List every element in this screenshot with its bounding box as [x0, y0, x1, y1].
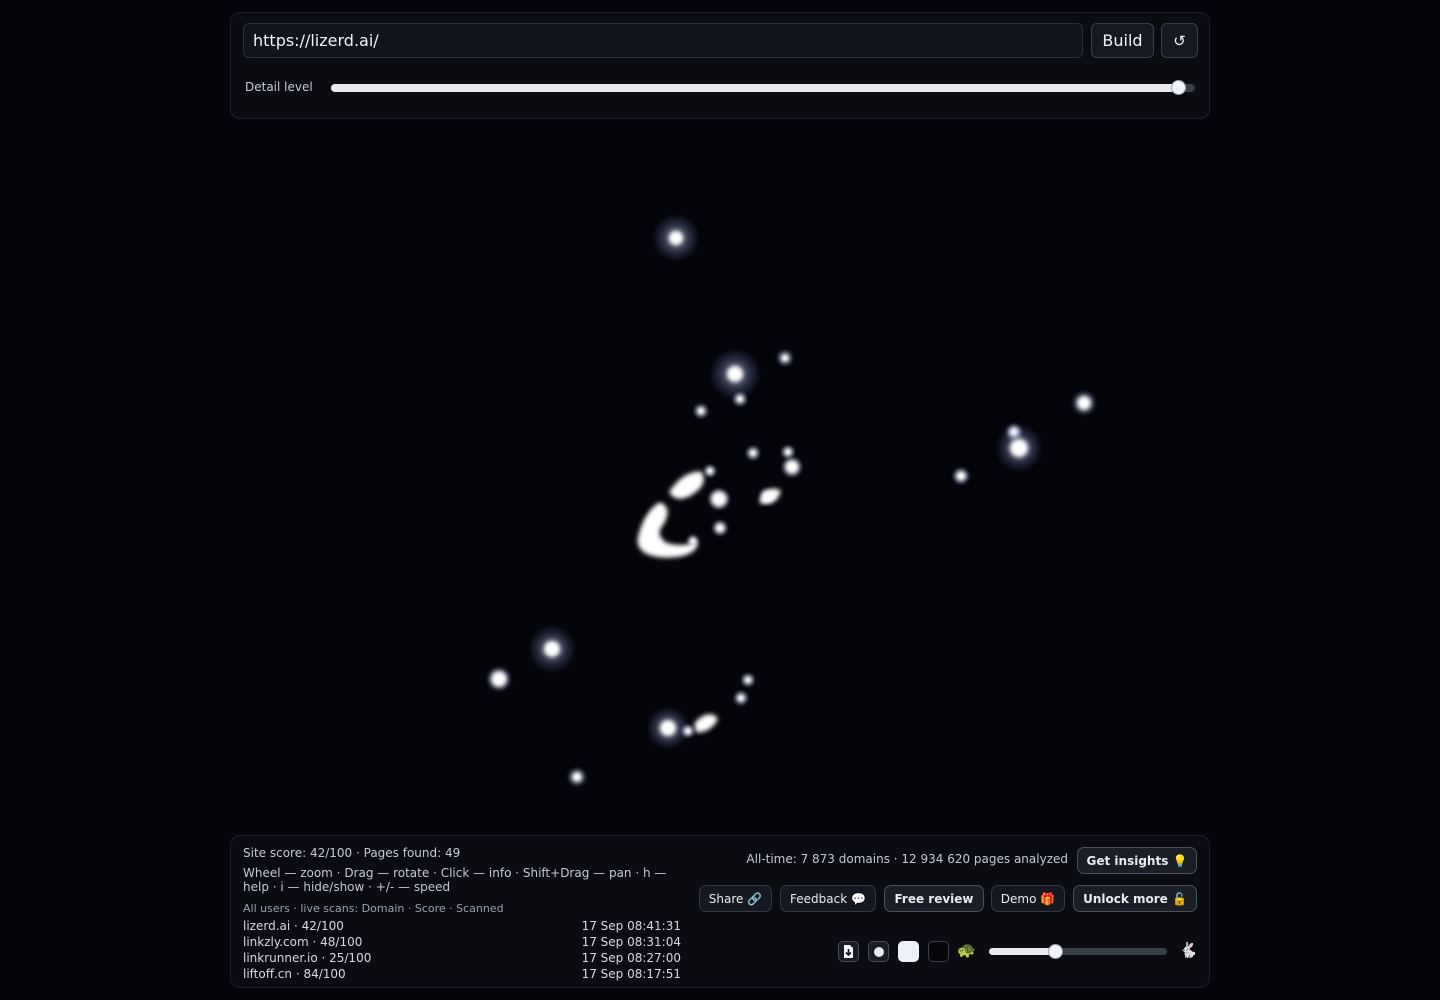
- page-node[interactable]: [1009, 427, 1019, 437]
- page-node[interactable]: [706, 467, 714, 475]
- node-glow: [1070, 389, 1098, 417]
- speed-thumb[interactable]: [1047, 944, 1063, 959]
- page-node[interactable]: [491, 671, 507, 687]
- node-glow: [1004, 422, 1024, 442]
- refresh-icon: ↺: [1173, 31, 1186, 50]
- page-node[interactable]: [1077, 396, 1091, 410]
- dot-icon: [873, 946, 884, 957]
- speed-slider[interactable]: [989, 944, 1167, 959]
- node-glow: [652, 214, 700, 262]
- node-style-button[interactable]: [868, 941, 889, 962]
- site-stats: Site score: 42/100 · Pages found: 49: [243, 846, 461, 860]
- node-glow: [711, 519, 729, 537]
- page-node[interactable]: [544, 641, 560, 657]
- page-node[interactable]: [1010, 439, 1028, 457]
- feedback-button[interactable]: Feedback 💬: [780, 885, 876, 912]
- node-glow: [995, 424, 1043, 472]
- detail-level-slider[interactable]: [331, 80, 1195, 95]
- page-node[interactable]: [749, 449, 757, 457]
- node-glow: [686, 534, 700, 548]
- node-glow: [707, 487, 731, 511]
- page-node[interactable]: [697, 407, 705, 415]
- page-node[interactable]: [669, 231, 683, 245]
- page-node[interactable]: [711, 491, 727, 507]
- scan-row[interactable]: linkzly.com · 48/100 17 Sep 08:31:04: [243, 934, 681, 950]
- node-glow: [757, 486, 777, 506]
- node-glow: [709, 348, 761, 400]
- info-panel: Site score: 42/100 · Pages found: 49 Whe…: [230, 835, 1210, 988]
- alltime-stats: All-time: 7 873 domains · 12 934 620 pag…: [746, 852, 1068, 866]
- page-node[interactable]: [736, 395, 744, 403]
- scan-domain: linkzly.com · 48/100: [243, 935, 363, 949]
- demo-button[interactable]: Demo 🎁: [991, 885, 1065, 912]
- node-glow: [780, 444, 796, 460]
- scan-row[interactable]: liftoff.cn · 84/100 17 Sep 08:17:51: [243, 966, 681, 982]
- download-icon: [844, 945, 853, 958]
- page-node[interactable]: [781, 354, 789, 362]
- page-node[interactable]: [727, 366, 743, 382]
- turtle-icon: 🐢: [957, 941, 976, 959]
- help-text: Wheel — zoom · Drag — rotate · Click — i…: [243, 866, 667, 894]
- scan-time: 17 Sep 08:17:51: [581, 967, 681, 981]
- page-node[interactable]: [784, 448, 792, 456]
- scan-time: 17 Sep 08:41:31: [581, 919, 681, 933]
- live-scans-header: All users · live scans: Domain · Score ·…: [243, 902, 504, 915]
- scan-row[interactable]: lizerd.ai · 42/100 17 Sep 08:41:31: [243, 918, 681, 934]
- node-glow: [775, 348, 795, 368]
- node-glow: [680, 723, 696, 739]
- unlock-more-button[interactable]: Unlock more 🔓: [1073, 885, 1197, 912]
- download-button[interactable]: [838, 941, 859, 962]
- node-glow: [646, 706, 690, 750]
- detail-level-fill: [331, 84, 1178, 92]
- page-node[interactable]: [689, 537, 697, 545]
- node-glow: [566, 766, 588, 788]
- rabbit-icon: 🐇: [1179, 941, 1198, 959]
- scan-time: 17 Sep 08:27:00: [581, 951, 681, 965]
- node-cluster[interactable]: [759, 488, 781, 504]
- page-node[interactable]: [660, 720, 676, 736]
- node-glow: [731, 390, 749, 408]
- node-cluster[interactable]: [694, 714, 718, 733]
- detail-level-thumb[interactable]: [1170, 80, 1186, 95]
- reset-button[interactable]: ↺: [1161, 23, 1198, 58]
- node-cluster[interactable]: [669, 471, 704, 499]
- scan-domain: liftoff.cn · 84/100: [243, 967, 346, 981]
- url-input[interactable]: [243, 23, 1083, 58]
- node-glow: [780, 455, 804, 479]
- page-node[interactable]: [572, 772, 582, 782]
- page-node[interactable]: [744, 676, 752, 684]
- free-review-button[interactable]: Free review: [884, 885, 984, 912]
- node-glow: [528, 625, 576, 673]
- build-panel: Build ↺ Detail level: [230, 12, 1210, 119]
- scan-domain: lizerd.ai · 42/100: [243, 919, 344, 933]
- scan-domain: linkrunner.io · 25/100: [243, 951, 372, 965]
- page-node[interactable]: [684, 727, 692, 735]
- scan-time: 17 Sep 08:31:04: [581, 935, 681, 949]
- node-glow: [692, 402, 710, 420]
- dark-theme-button[interactable]: [928, 941, 949, 962]
- get-insights-button[interactable]: Get insights 💡: [1077, 847, 1197, 874]
- node-glow: [744, 444, 762, 462]
- detail-level-label: Detail level: [245, 80, 313, 94]
- node-glow: [732, 689, 750, 707]
- live-scans-list: lizerd.ai · 42/100 17 Sep 08:41:31 linkz…: [243, 918, 681, 982]
- node-glow: [740, 672, 756, 688]
- node-cluster[interactable]: [637, 502, 698, 558]
- page-node[interactable]: [715, 523, 725, 533]
- build-button[interactable]: Build: [1091, 23, 1154, 58]
- light-theme-button[interactable]: [898, 941, 919, 962]
- node-glow: [951, 466, 971, 486]
- share-button[interactable]: Share 🔗: [699, 885, 772, 912]
- page-node[interactable]: [762, 491, 772, 501]
- page-node[interactable]: [785, 460, 799, 474]
- scan-row[interactable]: linkrunner.io · 25/100 17 Sep 08:27:00: [243, 950, 681, 966]
- page-node[interactable]: [737, 694, 745, 702]
- node-glow: [485, 665, 513, 693]
- speed-fill: [989, 948, 1055, 955]
- page-node[interactable]: [956, 471, 966, 481]
- node-glow: [703, 464, 717, 478]
